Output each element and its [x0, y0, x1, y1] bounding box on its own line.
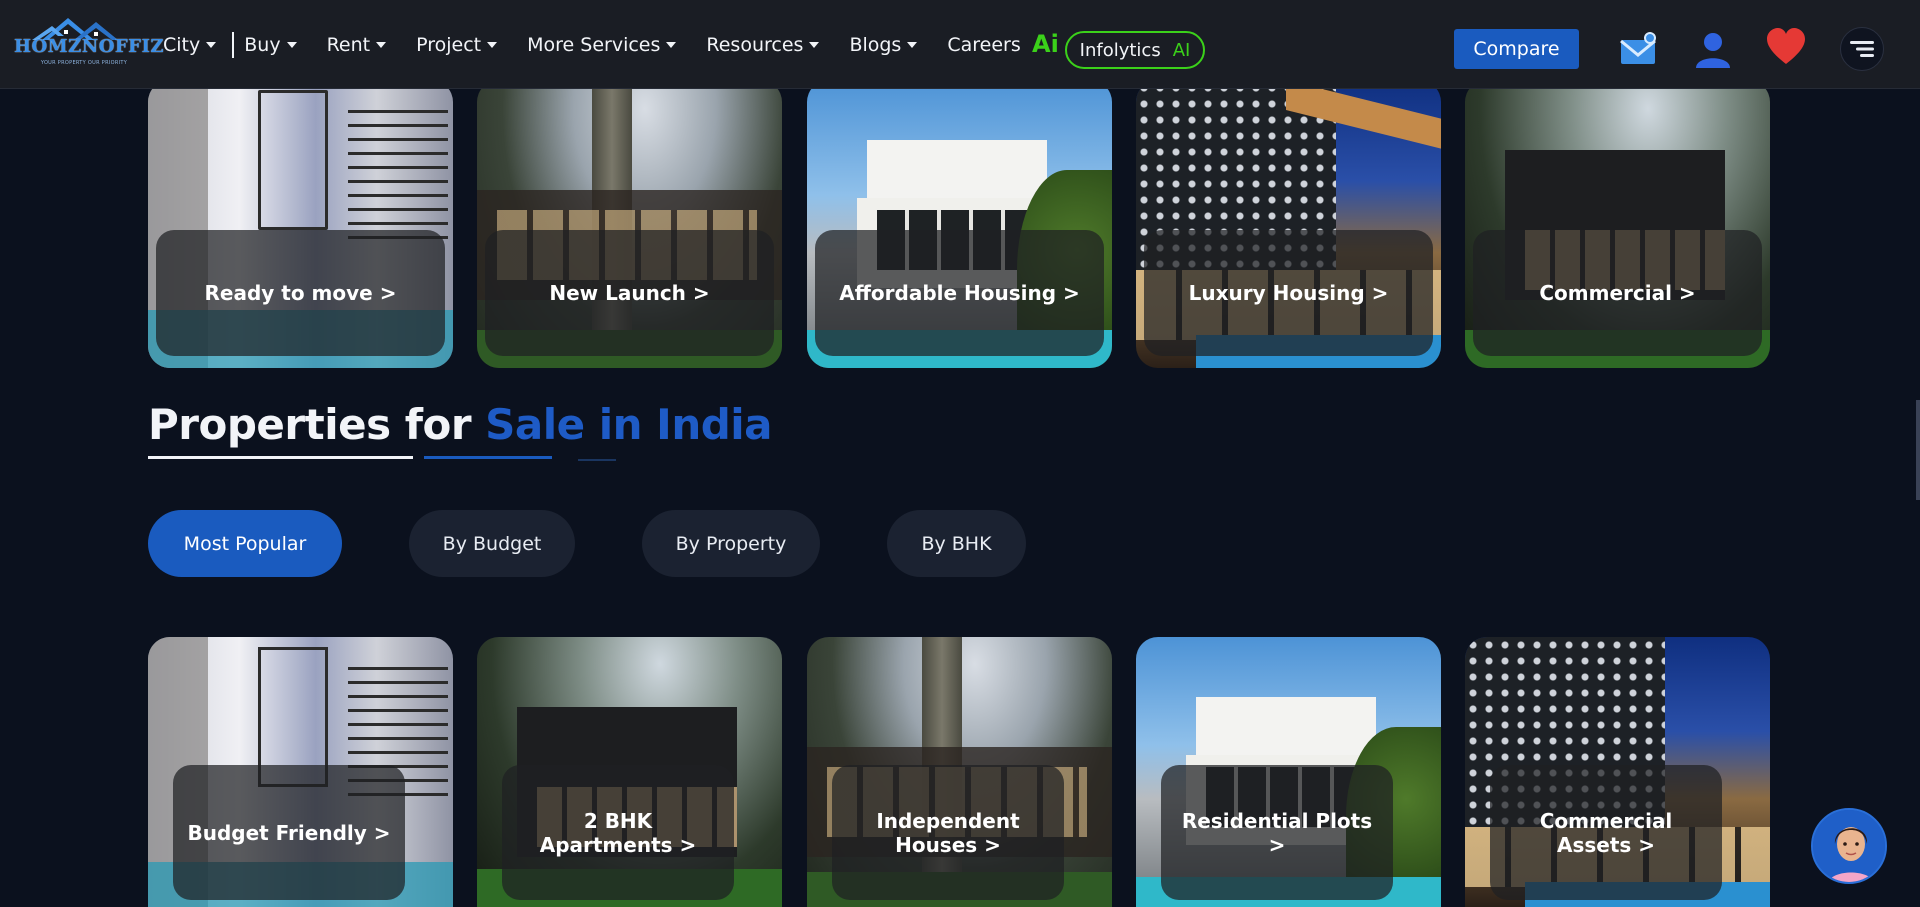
- listing-label: Commercial Assets >: [1490, 765, 1722, 900]
- nav-buy[interactable]: Buy: [244, 33, 297, 56]
- filter-most-popular[interactable]: Most Popular: [148, 510, 342, 577]
- brand-wordmark: HOMZNOFFIZ: [14, 36, 165, 57]
- category-card-affordable-housing[interactable]: Affordable Housing >: [807, 80, 1112, 368]
- nav-divider: [232, 31, 235, 58]
- chevron-down-icon: [376, 41, 387, 48]
- chevron-down-icon: [487, 41, 498, 48]
- nav-more-services-label: More Services: [527, 33, 661, 56]
- title-underline-accent: [578, 459, 616, 461]
- listing-card-residential-plots[interactable]: Residential Plots >: [1136, 637, 1441, 907]
- listing-label: Budget Friendly >: [173, 765, 405, 900]
- title-underline-blue: [424, 456, 552, 459]
- nav-buy-label: Buy: [244, 33, 281, 56]
- infolytics-label: Infolytics: [1079, 39, 1161, 61]
- listing-card-independent-houses[interactable]: Independent Houses >: [807, 637, 1112, 907]
- category-label: Affordable Housing >: [815, 230, 1104, 356]
- chevron-down-icon: [809, 41, 820, 48]
- listing-card-commercial-assets[interactable]: Commercial Assets >: [1465, 637, 1770, 907]
- filter-by-budget[interactable]: By Budget: [409, 510, 575, 577]
- category-card-new-launch[interactable]: New Launch >: [477, 80, 782, 368]
- menu-button[interactable]: [1840, 27, 1884, 71]
- infolytics-ai-label: AI: [1172, 39, 1191, 61]
- ai-sparkle-icon[interactable]: Ai: [1032, 30, 1059, 58]
- section-title-white: Properties for: [148, 400, 472, 449]
- section-title-blue: Sale in India: [485, 400, 773, 449]
- nav-city[interactable]: City: [163, 33, 217, 56]
- chevron-down-icon: [907, 41, 918, 48]
- chatbot-avatar-button[interactable]: [1811, 808, 1887, 884]
- heart-icon[interactable]: [1765, 26, 1807, 68]
- assistant-avatar-icon: [1813, 810, 1885, 882]
- listing-card-2bhk-apartments[interactable]: 2 BHK Apartments >: [477, 637, 782, 907]
- brand-tagline: YOUR PROPERTY OUR PRIORITY: [40, 60, 128, 66]
- section-title: Properties for Sale in India: [148, 400, 773, 449]
- nav-more-services[interactable]: More Services: [527, 33, 677, 56]
- mail-icon[interactable]: [1617, 28, 1659, 70]
- chevron-down-icon: [206, 41, 217, 48]
- listing-label: 2 BHK Apartments >: [502, 765, 734, 900]
- category-label: Commercial >: [1473, 230, 1762, 356]
- chevron-down-icon: [666, 41, 677, 48]
- chevron-down-icon: [286, 41, 297, 48]
- page-scrollbar[interactable]: [1916, 400, 1920, 500]
- title-underline-white: [148, 456, 413, 459]
- user-icon[interactable]: [1692, 28, 1734, 70]
- nav-blogs-label: Blogs: [849, 33, 902, 56]
- listing-label: Residential Plots >: [1161, 765, 1393, 900]
- nav-resources[interactable]: Resources: [706, 33, 820, 56]
- filter-by-bhk[interactable]: By BHK: [887, 510, 1026, 577]
- compare-button[interactable]: Compare: [1454, 29, 1579, 69]
- brand-logo[interactable]: HOMZNOFFIZ YOUR PROPERTY OUR PRIORITY: [14, 14, 165, 68]
- listing-card-budget-friendly[interactable]: Budget Friendly >: [148, 637, 453, 907]
- nav-menu: City Buy Rent Project More Services Reso…: [163, 0, 1051, 89]
- nav-rent-label: Rent: [326, 33, 371, 56]
- nav-city-label: City: [163, 33, 201, 56]
- nav-rent[interactable]: Rent: [327, 34, 387, 56]
- nav-careers[interactable]: Careers: [947, 34, 1020, 56]
- category-card-commercial[interactable]: Commercial >: [1465, 80, 1770, 368]
- nav-project[interactable]: Project: [416, 33, 498, 56]
- nav-project-label: Project: [416, 33, 482, 56]
- category-label: Ready to move >: [156, 230, 445, 356]
- nav-careers-label: Careers: [947, 33, 1021, 56]
- listing-label: Independent Houses >: [832, 765, 1064, 900]
- nav-blogs[interactable]: Blogs: [849, 33, 918, 56]
- infolytics-ai-button[interactable]: Infolytics AI: [1065, 31, 1205, 69]
- filter-by-property[interactable]: By Property: [642, 510, 820, 577]
- menu-icon: [1850, 41, 1874, 57]
- category-card-luxury-housing[interactable]: Luxury Housing >: [1136, 80, 1441, 368]
- top-navbar: HOMZNOFFIZ YOUR PROPERTY OUR PRIORITY Ci…: [0, 0, 1920, 89]
- category-label: New Launch >: [485, 230, 774, 356]
- category-label: Luxury Housing >: [1144, 230, 1433, 356]
- nav-resources-label: Resources: [706, 33, 804, 56]
- category-card-ready-to-move[interactable]: Ready to move >: [148, 80, 453, 368]
